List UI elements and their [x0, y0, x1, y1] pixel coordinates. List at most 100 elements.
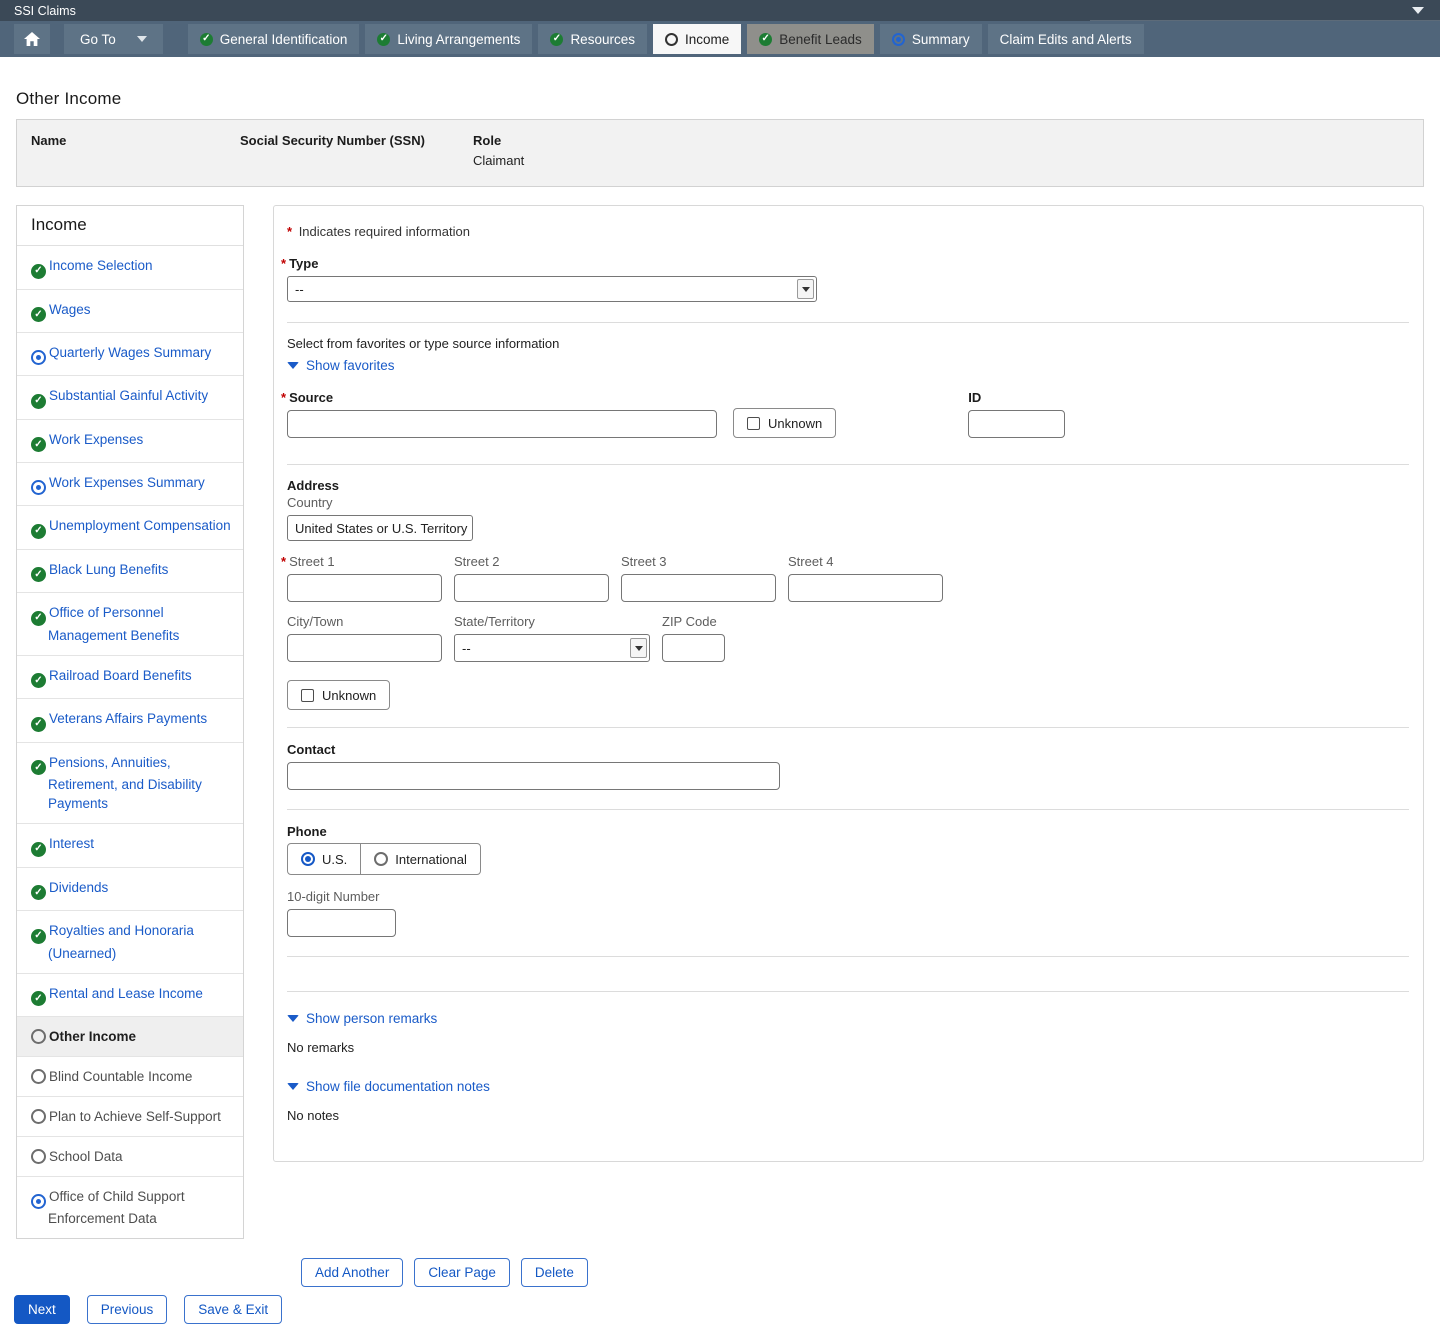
country-select[interactable]: United States or U.S. Territory: [287, 515, 473, 541]
city-label: City/Town: [287, 614, 442, 629]
sidebar-item-veterans-affairs-payments[interactable]: Veterans Affairs Payments: [17, 699, 243, 743]
home-button[interactable]: [14, 24, 50, 54]
checkbox-square-icon: [301, 689, 314, 702]
show-file-documentation-notes-link[interactable]: Show file documentation notes: [287, 1079, 490, 1094]
sidebar-item-railroad-board-benefits[interactable]: Railroad Board Benefits: [17, 656, 243, 700]
target-icon: [892, 33, 905, 46]
role-value: Claimant: [473, 153, 524, 168]
dropdown-arrow-icon: [630, 638, 647, 658]
role-label: Role: [473, 133, 524, 148]
street1-input[interactable]: [287, 574, 442, 602]
sidebar-item-blind-countable-income[interactable]: Blind Countable Income: [17, 1057, 243, 1097]
type-label: *Type: [281, 256, 1409, 271]
address-unknown-checkbox[interactable]: Unknown: [287, 680, 390, 710]
clear-page-button[interactable]: Clear Page: [414, 1258, 510, 1287]
sidebar-item-work-expenses[interactable]: Work Expenses: [17, 420, 243, 464]
check-circle-icon: [377, 33, 390, 46]
id-label: ID: [968, 390, 1065, 405]
source-unknown-checkbox[interactable]: Unknown: [733, 408, 836, 438]
add-another-button[interactable]: Add Another: [301, 1258, 403, 1287]
delete-button[interactable]: Delete: [521, 1258, 588, 1287]
id-input[interactable]: [968, 410, 1065, 438]
tab-general-identification[interactable]: General Identification: [188, 24, 360, 54]
show-person-remarks-link[interactable]: Show person remarks: [287, 1011, 437, 1026]
source-label: *Source: [281, 390, 717, 405]
sidebar-item-wages[interactable]: Wages: [17, 290, 243, 334]
sidebar-item-office-of-personnel-management-benefits[interactable]: Office of Personnel Management Benefits: [17, 593, 243, 656]
contact-label: Contact: [287, 742, 1409, 757]
sidebar-item-unemployment-compensation[interactable]: Unemployment Compensation: [17, 506, 243, 550]
radio-selected-icon: [301, 852, 315, 866]
sidebar-item-school-data[interactable]: School Data: [17, 1137, 243, 1177]
go-to-dropdown[interactable]: Go To: [64, 24, 163, 54]
page-navigation: Next Previous Save & Exit: [14, 1295, 1440, 1328]
radio-unfilled-icon: [31, 1109, 46, 1124]
type-select[interactable]: --: [287, 276, 817, 302]
type-select-value: --: [288, 282, 797, 297]
sidebar-item-black-lung-benefits[interactable]: Black Lung Benefits: [17, 550, 243, 594]
check-circle-icon: [31, 885, 46, 900]
chevron-down-icon: [137, 36, 147, 42]
home-icon: [24, 32, 40, 47]
sidebar-item-royalties-and-honoraria[interactable]: Royalties and Honoraria (Unearned): [17, 911, 243, 974]
sidebar-item-office-of-child-support-enforcement-data[interactable]: Office of Child Support Enforcement Data: [17, 1177, 243, 1238]
ssn-label: Social Security Number (SSN): [240, 133, 473, 148]
sidebar-item-substantial-gainful-activity[interactable]: Substantial Gainful Activity: [17, 376, 243, 420]
street3-input[interactable]: [621, 574, 776, 602]
notes-empty-text: No notes: [287, 1108, 1409, 1123]
street4-label: Street 4: [788, 554, 943, 569]
sidebar-item-pensions-annuities-retirement-disability[interactable]: Pensions, Annuities, Retirement, and Dis…: [17, 743, 243, 825]
next-button[interactable]: Next: [14, 1295, 70, 1324]
tab-benefit-leads[interactable]: Benefit Leads: [747, 24, 874, 54]
city-input[interactable]: [287, 634, 442, 662]
chevron-down-icon: [287, 362, 299, 369]
chevron-down-icon: [287, 1083, 299, 1090]
collapse-caret-icon[interactable]: [1412, 7, 1424, 14]
zip-input[interactable]: [662, 634, 725, 662]
check-circle-icon: [200, 33, 213, 46]
save-and-exit-button[interactable]: Save & Exit: [184, 1295, 282, 1324]
check-circle-icon: [31, 842, 46, 857]
tab-claim-edits-and-alerts[interactable]: Claim Edits and Alerts: [988, 24, 1144, 54]
radio-unfilled-icon: [31, 1029, 46, 1044]
source-input[interactable]: [287, 410, 717, 438]
sidebar-item-other-income[interactable]: Other Income: [17, 1017, 243, 1057]
sidebar-item-plan-to-achieve-self-support[interactable]: Plan to Achieve Self-Support: [17, 1097, 243, 1137]
show-favorites-link[interactable]: Show favorites: [287, 358, 395, 373]
page-title: Other Income: [16, 89, 1424, 109]
tab-resources[interactable]: Resources: [538, 24, 647, 54]
tab-income[interactable]: Income: [653, 24, 741, 54]
check-circle-icon: [31, 307, 46, 322]
phone-international-radio[interactable]: International: [360, 844, 480, 874]
other-income-form: * Indicates required information *Type -…: [273, 205, 1424, 1162]
street2-input[interactable]: [454, 574, 609, 602]
target-icon: [31, 480, 46, 495]
tab-summary[interactable]: Summary: [880, 24, 982, 54]
tab-living-arrangements[interactable]: Living Arrangements: [365, 24, 532, 54]
phone-type-radio-group: U.S. International: [287, 843, 481, 875]
checkbox-square-icon: [747, 417, 760, 430]
sidebar-item-dividends[interactable]: Dividends: [17, 868, 243, 912]
check-circle-icon: [31, 717, 46, 732]
check-circle-icon: [31, 524, 46, 539]
street1-label: *Street 1: [281, 554, 442, 569]
previous-button[interactable]: Previous: [87, 1295, 168, 1324]
state-label: State/Territory: [454, 614, 650, 629]
street4-input[interactable]: [788, 574, 943, 602]
phone-number-input[interactable]: [287, 909, 396, 937]
phone-us-radio[interactable]: U.S.: [288, 844, 360, 874]
app-title-bar: SSI Claims: [0, 0, 1440, 21]
state-select[interactable]: --: [454, 634, 650, 662]
contact-input[interactable]: [287, 762, 780, 790]
sidebar-item-rental-and-lease-income[interactable]: Rental and Lease Income: [17, 974, 243, 1018]
sidebar-item-quarterly-wages-summary[interactable]: Quarterly Wages Summary: [17, 333, 243, 376]
radio-unfilled-icon: [665, 33, 678, 46]
radio-unfilled-icon: [31, 1069, 46, 1084]
check-circle-icon: [550, 33, 563, 46]
phone-number-label: 10-digit Number: [287, 889, 1409, 904]
sidebar-item-work-expenses-summary[interactable]: Work Expenses Summary: [17, 463, 243, 506]
phone-heading: Phone: [287, 824, 1409, 839]
sidebar-item-income-selection[interactable]: Income Selection: [17, 246, 243, 290]
country-select-value: United States or U.S. Territory: [288, 521, 473, 536]
sidebar-item-interest[interactable]: Interest: [17, 824, 243, 868]
